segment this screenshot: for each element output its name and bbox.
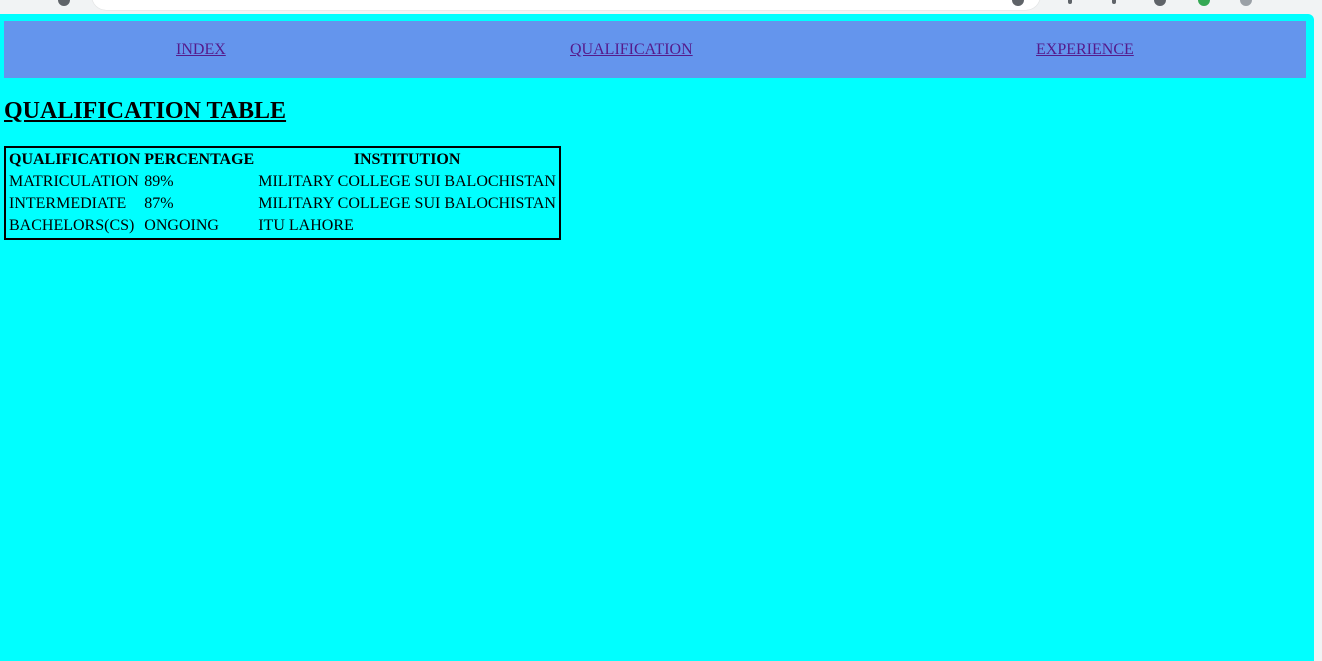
cell-institution: MILITARY COLLEGE SUI BALOCHISTAN [258,195,556,212]
cell-institution: MILITARY COLLEGE SUI BALOCHISTAN [258,173,556,190]
page-viewport: INDEX QUALIFICATION EXPERIENCE QUALIFICA… [0,14,1314,661]
nav-link-index[interactable]: INDEX [176,41,226,59]
cell-qualification: INTERMEDIATE [9,195,127,212]
window-edge [1314,14,1322,661]
qualification-table: QUALIFICATION PERCENTAGE INSTITUTION MAT… [4,146,561,240]
cell-qualification: MATRICULATION [9,173,139,190]
extension-status-icon[interactable] [1198,0,1210,6]
menu-icon[interactable] [1068,0,1072,4]
table-row: BACHELORS(CS) ONGOING ITU LAHORE [8,216,557,236]
info-icon[interactable] [58,0,70,6]
cell-percentage: 89% [144,173,174,190]
column-header-qualification: QUALIFICATION [9,151,141,168]
cell-institution: ITU LAHORE [258,217,354,234]
table-header-row: QUALIFICATION PERCENTAGE INSTITUTION [8,150,557,170]
page-title: QUALIFICATION TABLE [4,98,287,124]
cell-percentage: ONGOING [144,217,219,234]
cell-percentage: 87% [144,195,174,212]
browser-toolbar [0,0,1322,14]
profile-avatar-icon[interactable] [1240,0,1252,6]
nav-link-experience[interactable]: EXPERIENCE [1036,41,1134,59]
extension-icon[interactable] [1112,0,1116,4]
table-row: MATRICULATION 89% MILITARY COLLEGE SUI B… [8,172,557,192]
column-header-percentage: PERCENTAGE [144,151,255,168]
nav-link-qualification[interactable]: QUALIFICATION [570,41,693,59]
address-bar[interactable] [92,0,1040,10]
cell-qualification: BACHELORS(CS) [9,217,135,234]
table-row: INTERMEDIATE 87% MILITARY COLLEGE SUI BA… [8,194,557,214]
navbar: INDEX QUALIFICATION EXPERIENCE [4,21,1306,78]
download-icon[interactable] [1154,0,1166,6]
column-header-institution: INSTITUTION [353,151,461,168]
